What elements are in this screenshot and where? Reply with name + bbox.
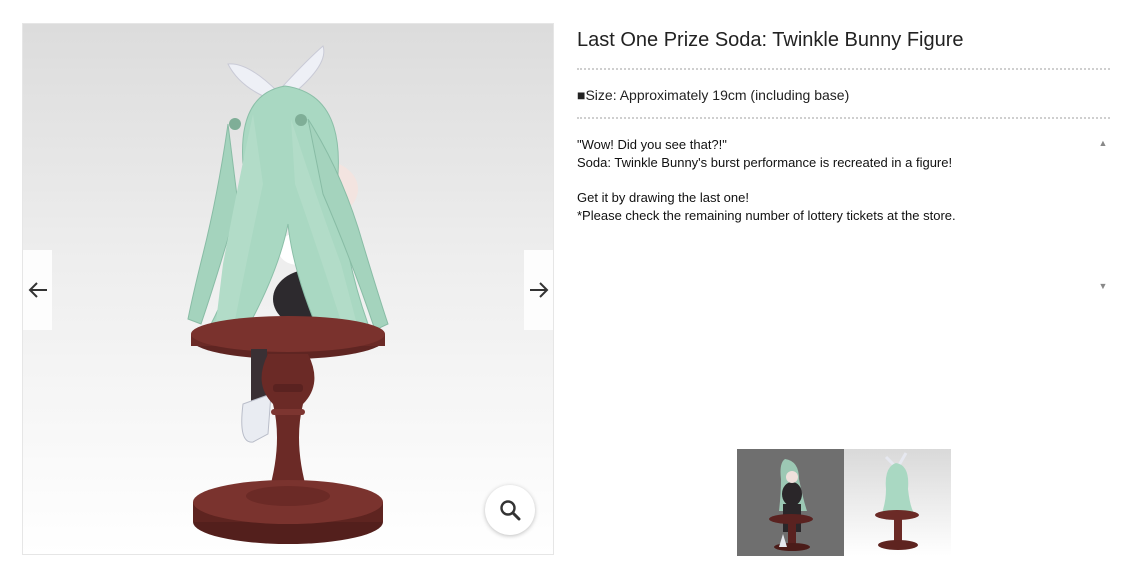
product-title: Last One Prize Soda: Twinkle Bunny Figur… [577,29,964,51]
thumbnail-front[interactable] [737,449,844,556]
product-description: "Wow! Did you see that?!" Soda: Twinkle … [577,136,1087,296]
scroll-down-arrow-icon[interactable]: ▼ [1098,281,1108,291]
size-spec: ■Size: Approximately 19cm (including bas… [577,87,850,103]
search-icon [500,500,521,521]
arrow-right-icon [529,282,548,298]
product-image-viewer [22,23,554,555]
product-image [187,45,389,544]
description-line: "Wow! Did you see that?!" [577,137,727,152]
next-image-button[interactable] [524,250,553,330]
arrow-left-icon [28,282,47,298]
thumbnail-image [769,459,813,551]
description-line: *Please check the remaining number of lo… [577,208,956,223]
previous-image-button[interactable] [23,250,52,330]
description-line: Get it by drawing the last one! [577,190,749,205]
thumbnail-rear[interactable] [844,449,951,556]
scroll-up-arrow-icon[interactable]: ▲ [1098,138,1108,148]
zoom-button[interactable] [485,485,535,535]
divider [577,68,1110,70]
description-line: Soda: Twinkle Bunny's burst performance … [577,155,953,170]
thumbnail-image [875,452,919,550]
divider [577,117,1110,119]
